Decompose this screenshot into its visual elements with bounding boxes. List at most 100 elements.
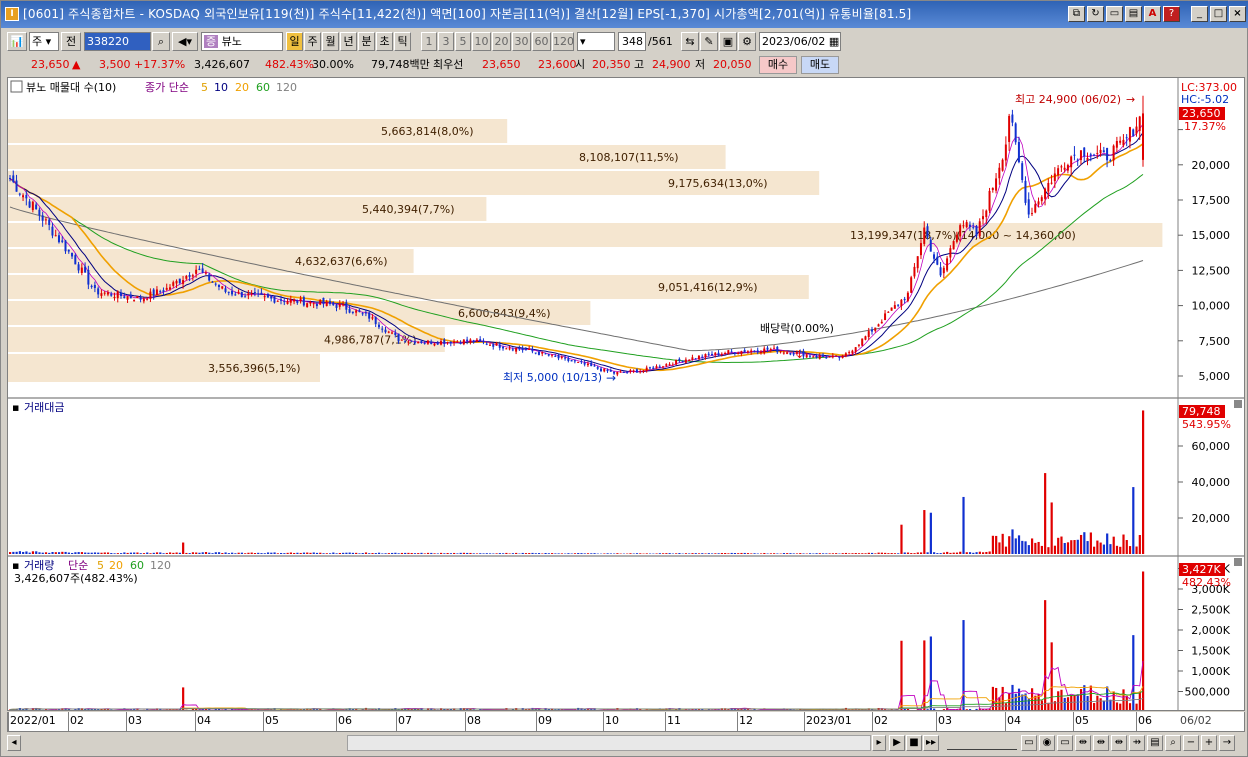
window-icon[interactable]: ▭ xyxy=(1106,6,1123,22)
candle-body xyxy=(714,352,717,355)
chart-settings-icon[interactable]: 📊 xyxy=(7,32,27,51)
period-tab-5[interactable]: 초 xyxy=(376,32,393,51)
period-tab-3[interactable]: 년 xyxy=(340,32,357,51)
scroll-left-icon[interactable]: ◂ xyxy=(7,735,21,751)
interval-dropdown[interactable]: ▾ xyxy=(577,32,615,51)
tool-icon-8[interactable]: ▤ xyxy=(1147,735,1163,751)
interval-tab-10[interactable]: 10 xyxy=(472,32,491,51)
period-tab-4[interactable]: 분 xyxy=(358,32,375,51)
period-tab-6[interactable]: 틱 xyxy=(394,32,411,51)
x-axis-divider xyxy=(1136,712,1137,732)
zoom-in-icon[interactable]: + xyxy=(1201,735,1217,751)
chart-area[interactable]: 20,000 17,500 15,000 12,500 10,000 7,500 5,000… xyxy=(7,77,1245,711)
interval-tab-30[interactable]: 30 xyxy=(512,32,531,51)
candle-body xyxy=(387,331,390,333)
amount-collapse-icon[interactable]: ▪ xyxy=(12,401,19,414)
vma-20-label: 20 xyxy=(109,559,123,572)
x-axis-divider xyxy=(872,712,873,732)
amount-bar xyxy=(498,553,501,554)
panel-menu-icon[interactable] xyxy=(10,80,23,93)
scroll-right-icon[interactable]: ▸ xyxy=(872,735,886,751)
interval-tab-20[interactable]: 20 xyxy=(492,32,511,51)
help-icon[interactable]: ? xyxy=(1163,6,1180,22)
volume-ma-label: 단순 xyxy=(68,559,88,572)
interval-tab-1[interactable]: 1 xyxy=(421,32,437,51)
scroll-icon[interactable]: ⇆ xyxy=(681,32,699,51)
tool-icon-7[interactable]: ⇸ xyxy=(1129,735,1145,751)
amount-bar xyxy=(22,551,25,554)
draw-icon[interactable]: ✎ xyxy=(700,32,718,51)
tool-icon-1[interactable]: ▭ xyxy=(1021,735,1037,751)
amount-bar xyxy=(544,552,547,554)
candle-body xyxy=(805,354,808,358)
refresh-icon[interactable]: ↻ xyxy=(1087,6,1104,22)
candle-body xyxy=(727,350,730,355)
tool-icon-2[interactable]: ◉ xyxy=(1039,735,1055,751)
candle-body xyxy=(1073,154,1076,156)
volume-bar xyxy=(1083,685,1086,710)
tool-icon-6[interactable]: ⇹ xyxy=(1111,735,1127,751)
amount-bar xyxy=(430,552,433,554)
speed-slider[interactable] xyxy=(947,736,1017,750)
period-tab-2[interactable]: 월 xyxy=(322,32,339,51)
period-tab-0[interactable]: 일 xyxy=(286,32,303,51)
interval-tab-120[interactable]: 120 xyxy=(552,32,574,51)
date-input[interactable]: 2023/06/02 ▦ xyxy=(759,32,841,51)
tool-icon-4[interactable]: ⇹ xyxy=(1075,735,1091,751)
amount-bar xyxy=(635,553,639,554)
font-icon[interactable]: A xyxy=(1144,6,1161,22)
scroll-end-icon[interactable]: → xyxy=(1219,735,1235,751)
maximize-button[interactable]: □ xyxy=(1210,6,1227,22)
tool-icon-5[interactable]: ⇹ xyxy=(1093,735,1109,751)
speaker-icon[interactable]: ◀▾ xyxy=(172,32,198,51)
candle-body xyxy=(237,291,240,294)
candle-body xyxy=(662,366,665,368)
play-forward-icon[interactable]: ▸▸ xyxy=(923,735,939,751)
market-select[interactable]: 주 ▾ xyxy=(29,32,59,51)
scroll-thumb[interactable] xyxy=(347,735,871,751)
stock-code-input[interactable]: 338220 xyxy=(84,32,151,51)
interval-tab-3[interactable]: 3 xyxy=(438,32,454,51)
sell-button[interactable]: 매도 xyxy=(801,56,839,74)
search-icon[interactable]: ⌕ xyxy=(152,32,170,51)
buy-button[interactable]: 매수 xyxy=(759,56,797,74)
amount-bar xyxy=(547,553,550,554)
tool-icon-3[interactable]: ▭ xyxy=(1057,735,1073,751)
amount-bar xyxy=(609,553,612,554)
candle-body xyxy=(381,328,384,330)
candle-body xyxy=(126,296,129,300)
volume-collapse-icon[interactable]: ▪ xyxy=(12,559,19,572)
amount-bar xyxy=(1119,546,1122,554)
amount-bar xyxy=(573,553,577,554)
zoom-reset-icon[interactable]: ⌕ xyxy=(1165,735,1181,751)
candle-body xyxy=(534,352,537,354)
volume-bar xyxy=(1030,688,1034,710)
count-input[interactable]: 348 xyxy=(618,32,646,51)
candle-body xyxy=(1142,113,1144,160)
interval-tab-5[interactable]: 5 xyxy=(455,32,471,51)
link-icon[interactable]: ⧉ xyxy=(1068,6,1085,22)
candle-body xyxy=(67,249,70,252)
volume-bar xyxy=(1004,703,1008,710)
save-icon[interactable]: ▣ xyxy=(719,32,737,51)
minimize-button[interactable]: _ xyxy=(1191,6,1208,22)
close-button[interactable]: × xyxy=(1229,6,1246,22)
stock-name-field[interactable]: 증 뷰노 xyxy=(201,32,283,51)
interval-tab-60[interactable]: 60 xyxy=(532,32,551,51)
period-tab-1[interactable]: 주 xyxy=(304,32,321,51)
amount-bar xyxy=(919,552,923,554)
amount-bar xyxy=(436,553,439,554)
volume-bar xyxy=(1089,685,1092,710)
amount-bar xyxy=(217,552,221,554)
gear-icon[interactable]: ⚙ xyxy=(738,32,756,51)
candle-body xyxy=(671,364,674,366)
pause-icon[interactable]: ■ xyxy=(906,735,922,751)
prev-button[interactable]: 전 xyxy=(61,32,81,51)
amount-close-icon[interactable] xyxy=(1234,400,1242,408)
play-back-icon[interactable]: ▶ xyxy=(889,735,905,751)
print-icon[interactable]: ▤ xyxy=(1125,6,1142,22)
volume-close-icon[interactable] xyxy=(1234,558,1242,566)
candle-body xyxy=(753,350,756,352)
amount-bar xyxy=(753,553,756,554)
zoom-out-icon[interactable]: − xyxy=(1183,735,1199,751)
